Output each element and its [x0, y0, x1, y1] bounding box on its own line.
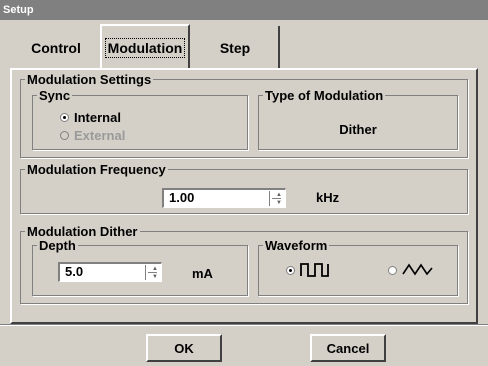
tab-modulation-label: Modulation — [104, 38, 186, 58]
type-of-modulation-value: Dither — [339, 122, 377, 137]
modulation-panel: Modulation Settings Sync Internal Extern… — [10, 68, 478, 324]
square-wave-icon — [300, 263, 329, 277]
spin-arrows-icon[interactable]: ▲ ▼ — [269, 191, 283, 206]
depth-value: 5.0 — [65, 264, 84, 279]
type-of-modulation-group: Type of Modulation — [258, 88, 458, 150]
tab-step[interactable]: Step — [192, 26, 280, 70]
window-title: Setup — [0, 0, 488, 20]
cancel-button[interactable]: Cancel — [310, 334, 386, 362]
waveform-square-radio[interactable] — [286, 262, 330, 278]
radio-selected-icon — [60, 113, 69, 122]
radio-unselected-icon — [388, 265, 397, 275]
frequency-spinbox[interactable]: 1.00 ▲ ▼ — [162, 188, 286, 208]
frequency-unit: kHz — [316, 190, 340, 205]
type-of-modulation-legend: Type of Modulation — [265, 88, 384, 103]
radio-selected-icon — [286, 265, 295, 275]
radio-unselected-icon — [60, 131, 69, 140]
sync-internal-radio[interactable]: Internal — [60, 110, 121, 125]
waveform-triangle-radio[interactable] — [388, 262, 434, 278]
sync-external-label: External — [74, 128, 126, 143]
frequency-value: 1.00 — [169, 190, 195, 205]
tab-step-label: Step — [219, 40, 251, 56]
triangle-wave-icon — [402, 263, 433, 276]
depth-legend: Depth — [39, 238, 76, 253]
tab-modulation[interactable]: Modulation — [100, 24, 190, 70]
sync-legend: Sync — [39, 88, 71, 103]
tab-strip: Control Modulation Step — [0, 20, 488, 70]
tab-control[interactable]: Control — [12, 26, 100, 70]
depth-unit: mA — [192, 266, 213, 281]
modulation-settings-legend: Modulation Settings — [27, 72, 152, 87]
bottom-separator — [0, 324, 488, 326]
sync-internal-label: Internal — [74, 110, 121, 125]
spin-arrows-icon[interactable]: ▲ ▼ — [145, 265, 159, 280]
waveform-legend: Waveform — [265, 238, 328, 253]
sync-external-radio: External — [60, 128, 125, 143]
depth-spinbox[interactable]: 5.0 ▲ ▼ — [58, 262, 162, 282]
modulation-dither-legend: Modulation Dither — [27, 224, 138, 239]
ok-button[interactable]: OK — [146, 334, 222, 362]
tab-control-label: Control — [31, 40, 81, 56]
modulation-frequency-legend: Modulation Frequency — [27, 162, 166, 177]
